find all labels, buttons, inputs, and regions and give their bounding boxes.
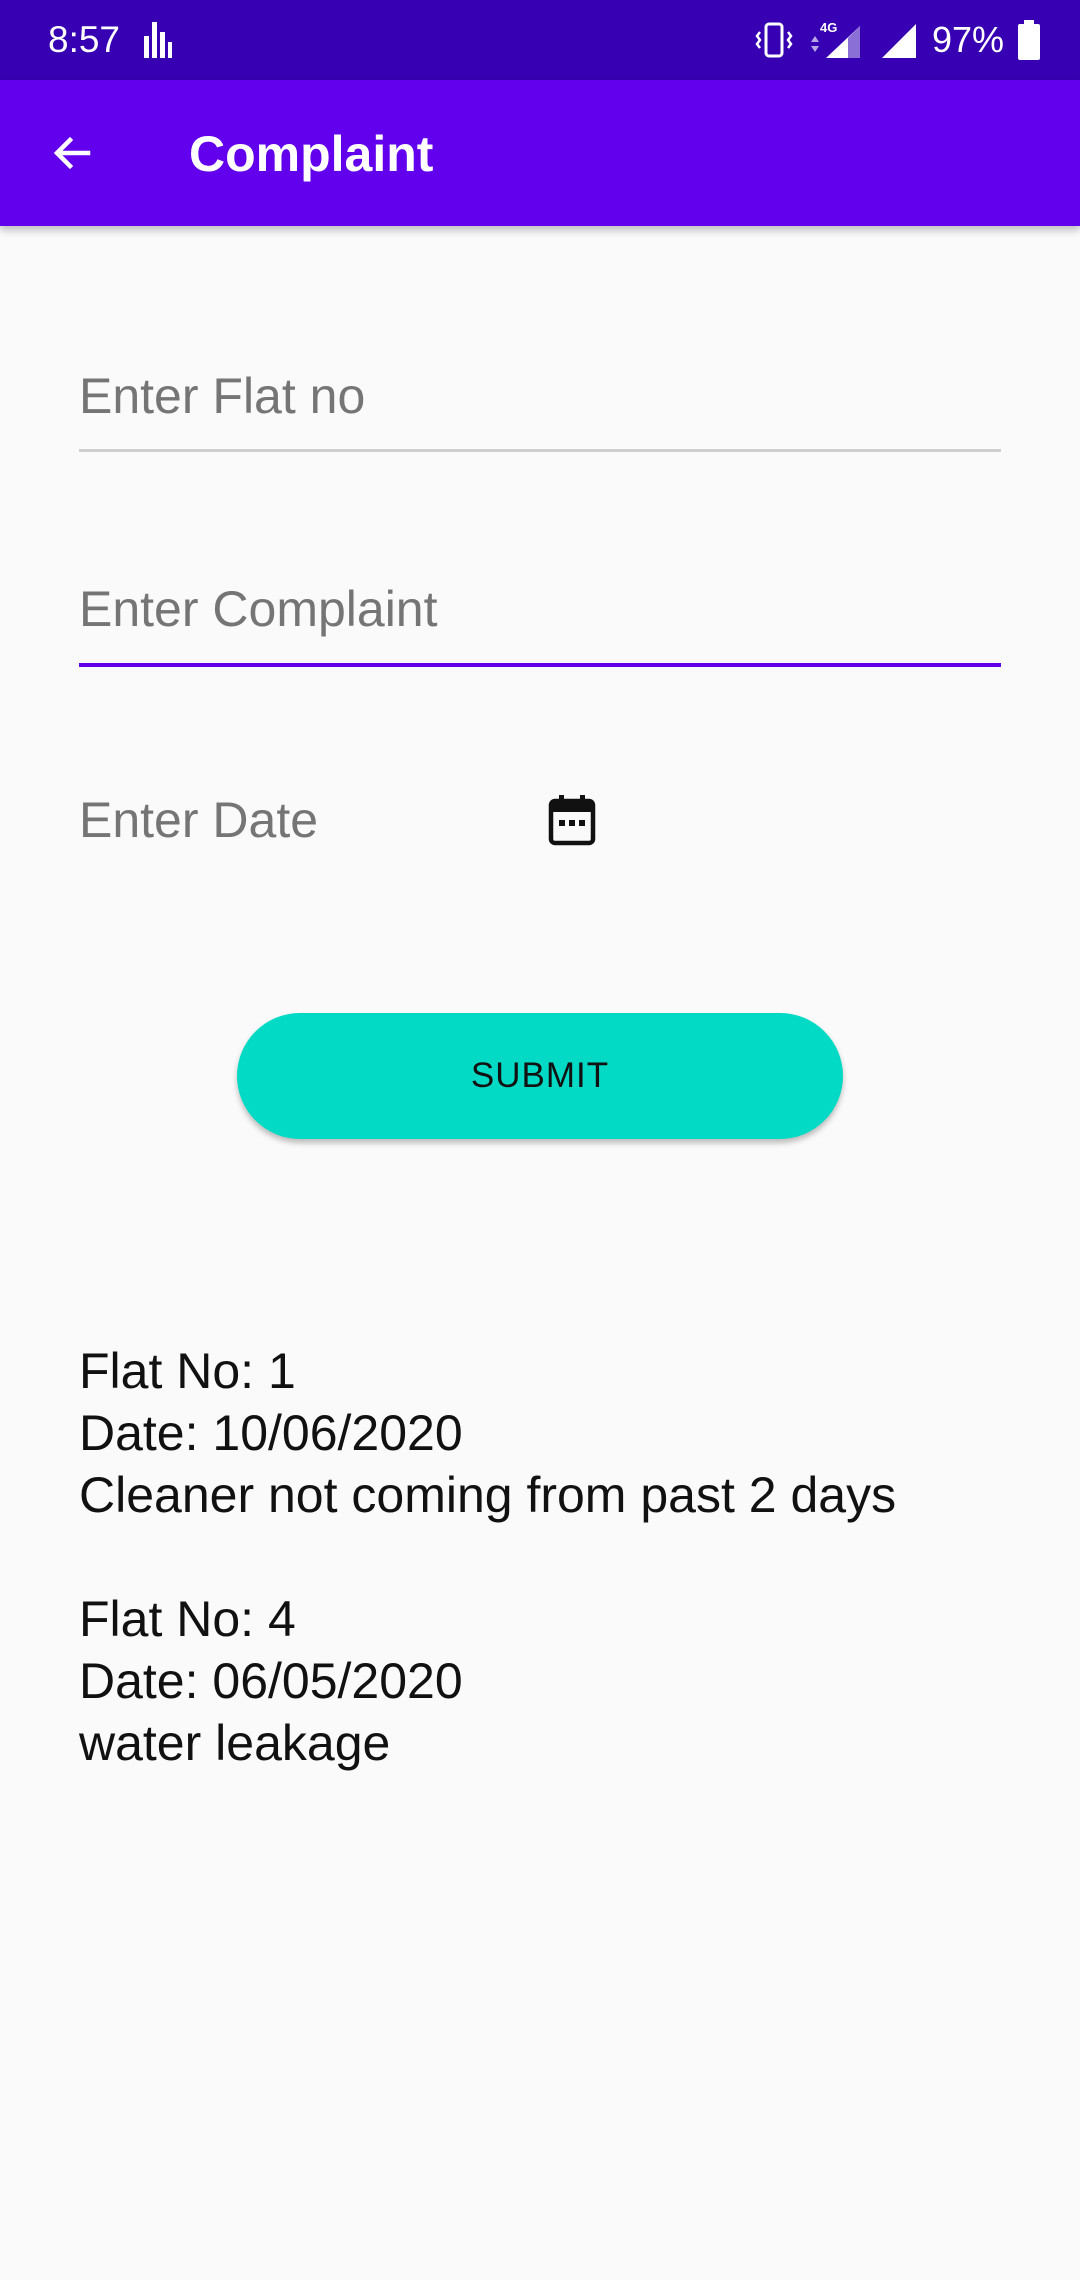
signal-icon [881,24,916,58]
date-picker-button[interactable] [544,790,600,850]
complaint-underline [79,663,1001,667]
status-time: 8:57 [48,19,121,60]
svg-text:4G: 4G [820,20,837,35]
back-button[interactable] [36,117,108,189]
flat-no-underline [79,449,1001,452]
complaint-text: Cleaner not coming from past 2 days [79,1467,897,1523]
complaint-item: Flat No: 4 Date: 06/05/2020 water leakag… [79,1588,1039,1774]
submit-button[interactable]: SUBMIT [237,1013,843,1139]
complaint-date: Date: 06/05/2020 [79,1653,463,1709]
battery-icon [1018,20,1040,60]
flat-no-input[interactable] [79,361,1001,431]
complaint-input[interactable] [79,574,1001,644]
complaint-list: Flat No: 1 Date: 10/06/2020 Cleaner not … [79,1340,1039,1836]
complaint-flat: Flat No: 1 [79,1343,296,1399]
complaint-field[interactable] [79,574,1001,669]
status-icons: 4G 97% [754,16,1040,64]
calendar-icon [548,795,596,846]
complaint-text: water leakage [79,1715,391,1771]
app-bar: Complaint [0,80,1080,226]
battery-percent: 97% [931,19,1004,60]
complaint-flat: Flat No: 4 [79,1591,296,1647]
complaint-item: Flat No: 1 Date: 10/06/2020 Cleaner not … [79,1340,1039,1526]
date-input[interactable] [79,785,539,855]
vibrate-icon [755,22,793,58]
arrow-back-icon [53,136,91,170]
page-title: Complaint [189,126,434,182]
date-field[interactable] [79,785,539,861]
status-bar: 8:57 4G 97% [0,0,1080,80]
complaint-date: Date: 10/06/2020 [79,1405,463,1461]
mobile-data-icon: 4G [810,20,860,58]
activity-icon [144,22,172,58]
flat-no-field[interactable] [79,361,1001,453]
